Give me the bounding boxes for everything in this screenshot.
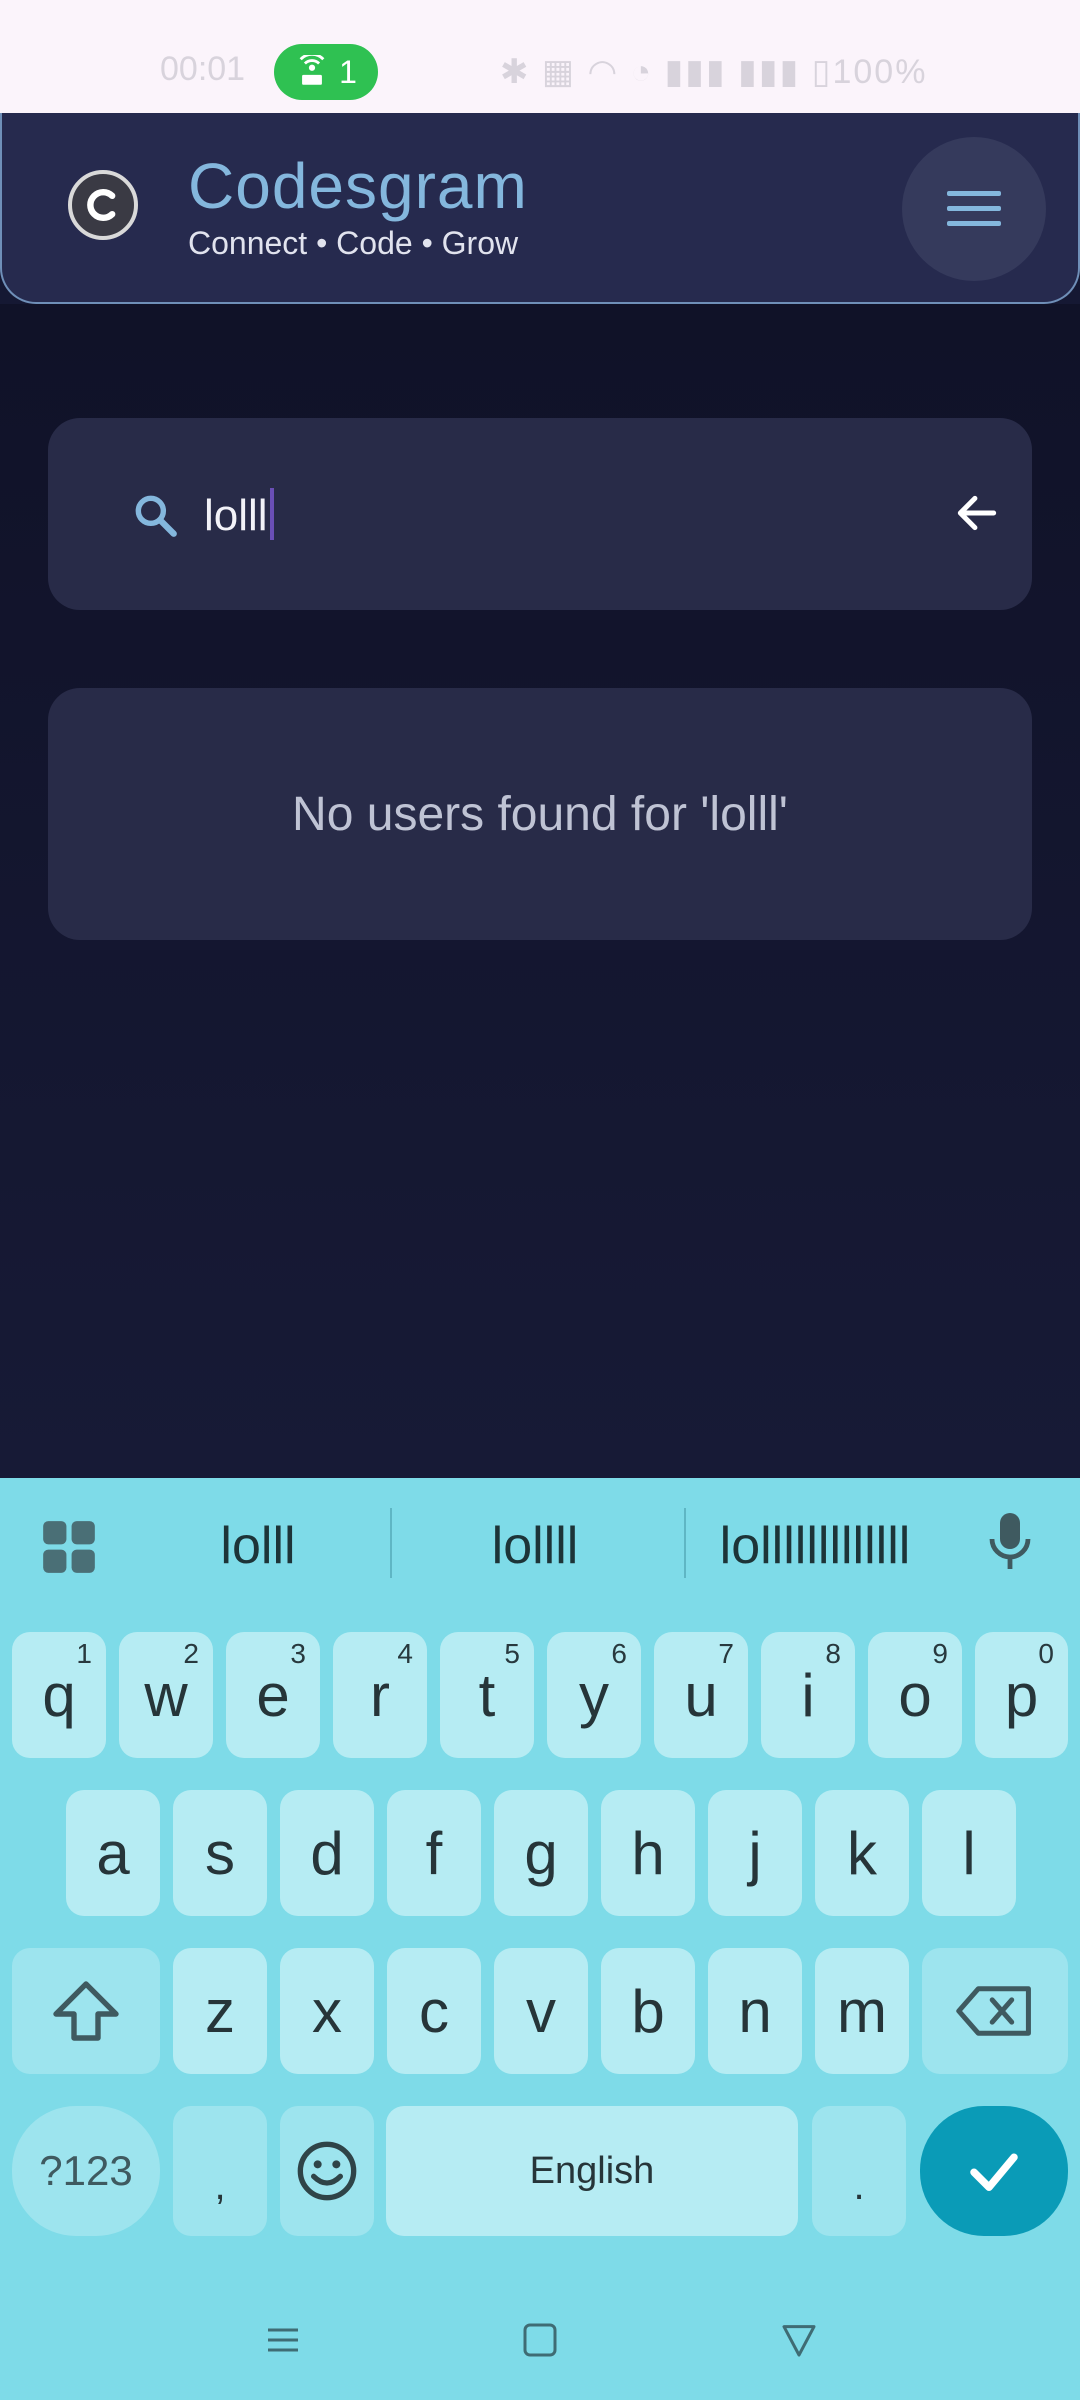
shift-icon — [53, 1981, 119, 2041]
key-hint: 2 — [183, 1638, 199, 1669]
hotspot-indicator: 1 — [274, 44, 378, 100]
key-p[interactable]: p0 — [975, 1632, 1068, 1758]
app-title: Codesgram — [188, 150, 528, 222]
app-tagline: Connect • Code • Grow — [188, 225, 519, 261]
key-s[interactable]: s — [173, 1790, 267, 1916]
key-hint: 0 — [1038, 1638, 1054, 1669]
key-w[interactable]: w2 — [119, 1632, 213, 1758]
hotspot-icon — [299, 55, 325, 85]
app-logo[interactable] — [68, 170, 138, 240]
key-r[interactable]: r4 — [333, 1632, 427, 1758]
key-label: i — [801, 1661, 815, 1729]
logo-icon — [87, 189, 116, 221]
status-time: 00:01 — [160, 50, 246, 88]
key-hint: 9 — [932, 1638, 948, 1669]
key-c[interactable]: c — [387, 1948, 481, 2074]
search-icon — [135, 495, 177, 537]
key-h[interactable]: h — [601, 1790, 695, 1916]
suggestion-1[interactable]: lolll — [128, 1516, 388, 1576]
microphone-icon[interactable] — [986, 1508, 1034, 1574]
hotspot-count: 1 — [339, 53, 357, 90]
comma-key[interactable]: , — [173, 2106, 267, 2236]
key-y[interactable]: y6 — [547, 1632, 641, 1758]
status-bar: 00:01 1 ✱ ▦ ◠ ◔ ▮▮▮ ▮▮▮ ▯100% — [0, 0, 1080, 113]
key-i[interactable]: i8 — [761, 1632, 855, 1758]
text-cursor — [269, 488, 274, 540]
keyboard-apps-icon[interactable] — [38, 1516, 100, 1578]
backspace-icon — [956, 1986, 1031, 2036]
enter-key[interactable] — [920, 2106, 1068, 2236]
key-label: o — [898, 1661, 932, 1729]
suggestion-bar: lolll lollll lolllllllllllll — [0, 1478, 1080, 1608]
key-j[interactable]: j — [708, 1790, 802, 1916]
key-hint: 6 — [611, 1638, 627, 1669]
key-b[interactable]: b — [601, 1948, 695, 2074]
empty-results-card: No users found for 'lolll' — [48, 688, 1032, 940]
key-n[interactable]: n — [708, 1948, 802, 2074]
home-icon[interactable] — [520, 2320, 560, 2360]
soft-keyboard: lolll lollll lolllllllllllll q1 w2 e3 r4… — [0, 1478, 1080, 2400]
space-key[interactable]: English — [386, 2106, 798, 2236]
key-hint: 4 — [397, 1638, 413, 1669]
key-label: w — [144, 1661, 188, 1729]
search-query: lolll — [204, 491, 268, 540]
shift-key[interactable] — [12, 1948, 160, 2074]
key-label: p — [1004, 1661, 1039, 1729]
recents-menu-icon[interactable] — [262, 2320, 304, 2360]
key-l[interactable]: l — [922, 1790, 1016, 1916]
key-z[interactable]: z — [173, 1948, 267, 2074]
battery-level: 100% — [832, 53, 928, 91]
key-label: r — [370, 1661, 390, 1729]
back-triangle-icon[interactable] — [778, 2320, 820, 2360]
main-content: lolll No users found for 'lolll' — [0, 304, 1080, 1478]
checkmark-icon — [970, 2153, 1018, 2191]
key-label: y — [579, 1661, 609, 1729]
key-hint: 8 — [825, 1638, 841, 1669]
key-label: q — [42, 1661, 76, 1729]
status-icons: ✱ ▦ ◠ ◔ ▮▮▮ ▮▮▮ ▯100% — [500, 53, 928, 91]
key-q[interactable]: q1 — [12, 1632, 106, 1758]
key-x[interactable]: x — [280, 1948, 374, 2074]
key-label: u — [684, 1661, 718, 1729]
arrow-left-icon[interactable] — [952, 488, 1002, 538]
key-d[interactable]: d — [280, 1790, 374, 1916]
search-bar[interactable]: lolll — [48, 418, 1032, 610]
emoji-key[interactable] — [280, 2106, 374, 2236]
app-header: Codesgram Connect • Code • Grow — [0, 113, 1080, 304]
suggestion-2[interactable]: lollll — [405, 1516, 665, 1576]
key-e[interactable]: e3 — [226, 1632, 320, 1758]
key-m[interactable]: m — [815, 1948, 909, 2074]
search-input[interactable]: lolll — [204, 488, 274, 541]
suggestion-divider — [390, 1508, 392, 1578]
key-g[interactable]: g — [494, 1790, 588, 1916]
key-hint: 7 — [718, 1638, 734, 1669]
menu-button[interactable] — [902, 137, 1046, 281]
key-f[interactable]: f — [387, 1790, 481, 1916]
key-hint: 1 — [76, 1638, 92, 1669]
suggestion-3[interactable]: lolllllllllllll — [680, 1516, 950, 1576]
period-key[interactable]: . — [812, 2106, 906, 2236]
key-u[interactable]: u7 — [654, 1632, 748, 1758]
backspace-key[interactable] — [922, 1948, 1068, 2074]
key-label: t — [478, 1661, 496, 1729]
hamburger-menu-icon — [947, 191, 1001, 226]
key-hint: 5 — [504, 1638, 520, 1669]
key-t[interactable]: t5 — [440, 1632, 534, 1758]
emoji-icon — [297, 2141, 357, 2201]
empty-results-message: No users found for 'lolll' — [292, 787, 788, 841]
symbols-key[interactable]: ?123 — [12, 2106, 160, 2236]
key-a[interactable]: a — [66, 1790, 160, 1916]
key-k[interactable]: k — [815, 1790, 909, 1916]
key-o[interactable]: o9 — [868, 1632, 962, 1758]
key-v[interactable]: v — [494, 1948, 588, 2074]
key-hint: 3 — [290, 1638, 306, 1669]
key-label: e — [256, 1661, 290, 1729]
system-nav-bar — [0, 2276, 1080, 2400]
